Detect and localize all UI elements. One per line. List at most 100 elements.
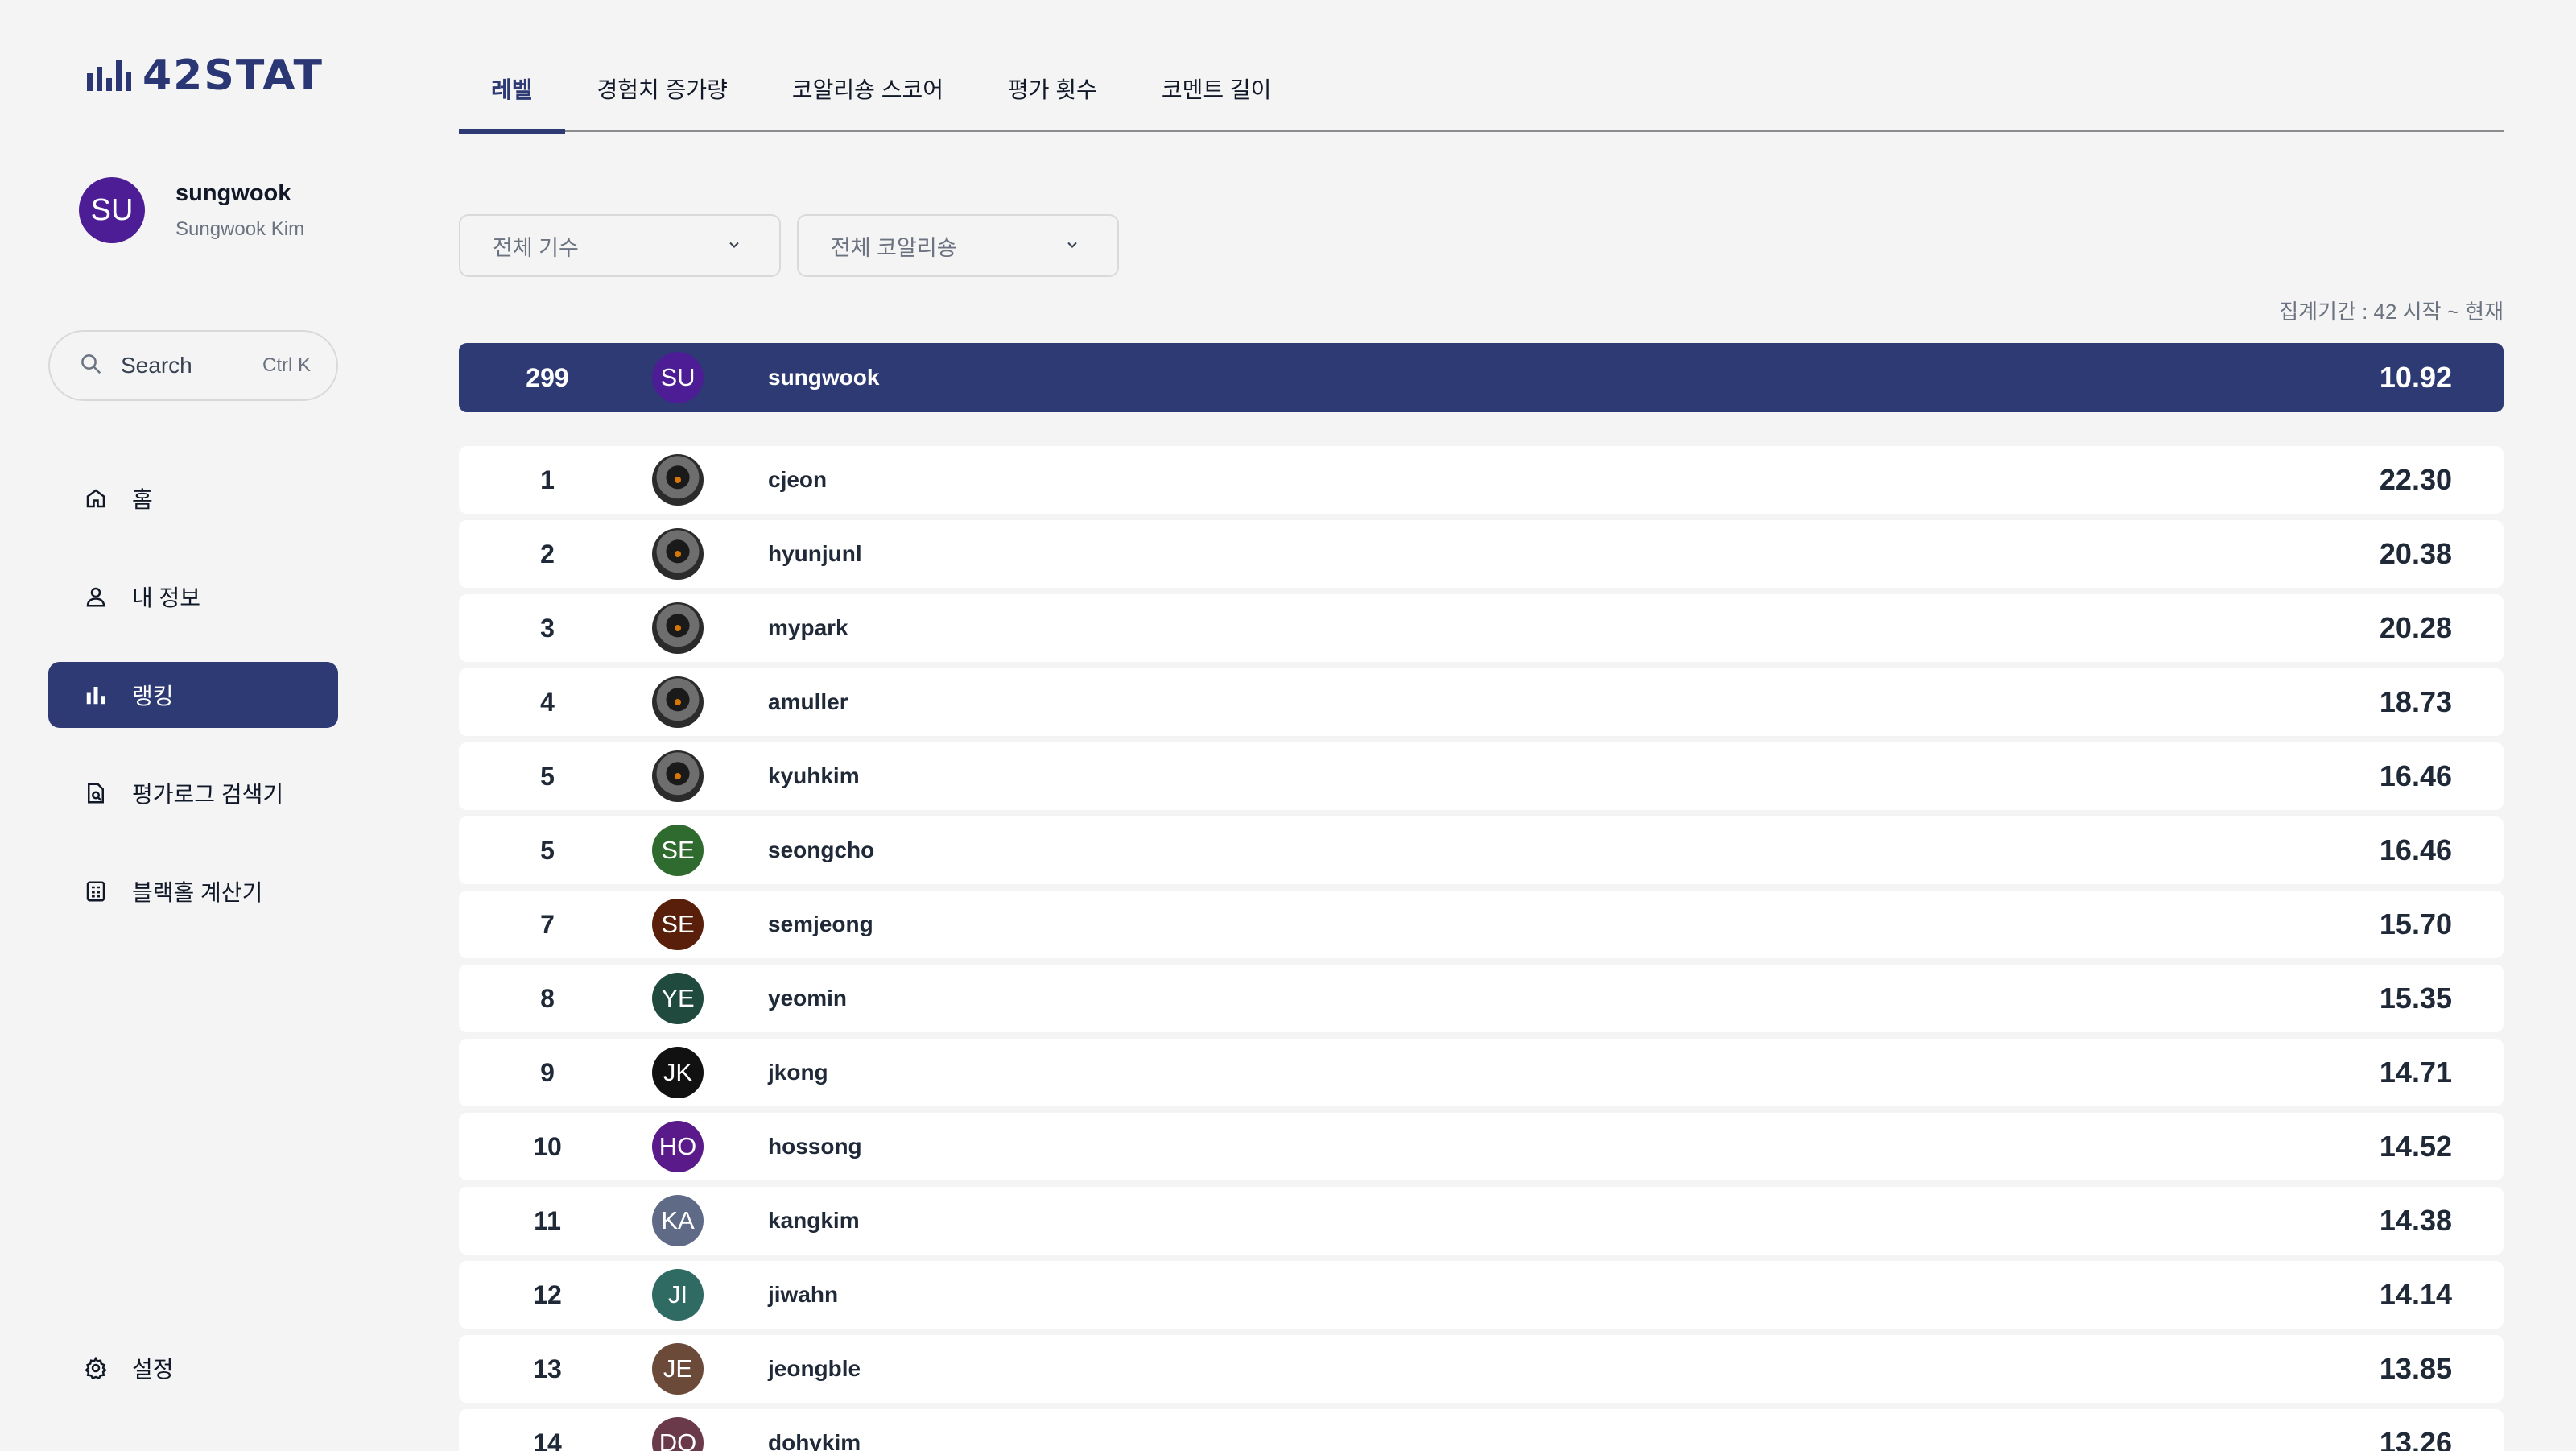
chevron-down-icon: [726, 234, 742, 258]
avatar: DO: [652, 1417, 704, 1451]
avatar: KA: [652, 1195, 704, 1246]
avatar: [652, 676, 704, 728]
rank-number: 14: [533, 1428, 562, 1451]
coalition-select-value: 전체 코알리숑: [831, 235, 957, 260]
user-icon: [82, 583, 109, 610]
logo-bars-icon: [87, 60, 131, 91]
table-row[interactable]: 10 HO hossong 14.52: [459, 1113, 2504, 1180]
tab-exp-increase[interactable]: 경험치 증가량: [565, 58, 760, 132]
my-ranking-row[interactable]: 299 SU sungwook 10.92: [459, 343, 2504, 412]
sidebar-item-label: 평가로그 검색기: [132, 782, 284, 807]
level-score: 13.85: [2379, 1352, 2452, 1385]
cohort-select[interactable]: 전체 기수: [459, 214, 781, 277]
sidebar-item-my-info[interactable]: 내 정보: [48, 564, 338, 630]
tab-coalition-score[interactable]: 코알리숑 스코어: [760, 58, 976, 132]
avatar: HO: [652, 1121, 704, 1172]
level-score: 14.71: [2379, 1056, 2452, 1089]
coalition-select[interactable]: 전체 코알리숑: [797, 214, 1119, 277]
table-row[interactable]: 4 amuller 18.73: [459, 668, 2504, 736]
username: seongcho: [768, 837, 875, 862]
table-row[interactable]: 3 mypark 20.28: [459, 594, 2504, 662]
tab-comment-length[interactable]: 코멘트 길이: [1129, 58, 1304, 132]
username: hyunjunl: [768, 541, 862, 566]
sidebar-item-home[interactable]: 홈: [48, 465, 338, 531]
level-score: 13.26: [2379, 1426, 2452, 1451]
username: sungwook: [768, 365, 880, 390]
sidebar-item-label: 설정: [132, 1357, 174, 1382]
username: yeomin: [768, 986, 848, 1011]
table-row[interactable]: 7 SE semjeong 15.70: [459, 891, 2504, 958]
avatar: JI: [652, 1269, 704, 1321]
profile-photo: [675, 477, 681, 483]
username: dohykim: [768, 1430, 861, 1451]
rank-number: 5: [540, 761, 555, 791]
sidebar-item-label: 랭킹: [132, 684, 174, 709]
sidebar-item-label: 블랙홀 계산기: [132, 880, 263, 905]
tab-eval-count[interactable]: 평가 횟수: [976, 58, 1129, 132]
profile-username: sungwook: [175, 180, 291, 206]
avatar: YE: [652, 973, 704, 1024]
profile-photo: [675, 773, 681, 779]
rank-number: 299: [526, 362, 569, 392]
app-logo[interactable]: 42STAT: [87, 52, 324, 100]
table-row[interactable]: 14 DO dohykim 13.26: [459, 1409, 2504, 1451]
cohort-select-value: 전체 기수: [493, 235, 579, 260]
username: mypark: [768, 615, 848, 640]
avatar: SE: [652, 899, 704, 950]
sidebar-item-settings[interactable]: 설정: [48, 1335, 338, 1401]
filter-bar: 전체 기수 전체 코알리숑: [459, 214, 1119, 277]
table-row[interactable]: 5 kyuhkim 16.46: [459, 742, 2504, 810]
table-row[interactable]: 2 hyunjunl 20.38: [459, 520, 2504, 588]
avatar: [652, 528, 704, 580]
level-score: 14.38: [2379, 1204, 2452, 1237]
sidebar-nav: 홈 내 정보 랭킹 평가로그 검색기 블랙홀 계산기: [48, 465, 338, 957]
avatar: JE: [652, 1343, 704, 1395]
rank-number: 11: [534, 1205, 561, 1235]
profile-full-name: Sungwook Kim: [175, 217, 305, 240]
rank-number: 2: [540, 539, 555, 568]
level-score: 16.46: [2379, 833, 2452, 866]
table-row[interactable]: 8 YE yeomin 15.35: [459, 965, 2504, 1032]
username: jkong: [768, 1060, 828, 1085]
sidebar-item-ranking[interactable]: 랭킹: [48, 662, 338, 728]
rank-number: 1: [540, 465, 555, 494]
avatar: SE: [652, 825, 704, 876]
username: hossong: [768, 1134, 862, 1159]
username: jiwahn: [768, 1282, 839, 1307]
user-profile[interactable]: SU sungwook Sungwook Kim: [79, 177, 304, 243]
table-row[interactable]: 13 JE jeongble 13.85: [459, 1335, 2504, 1403]
level-score: 20.38: [2379, 537, 2452, 570]
sidebar-item-blackhole-calculator[interactable]: 블랙홀 계산기: [48, 858, 338, 924]
sidebar-item-eval-log-search[interactable]: 평가로그 검색기: [48, 760, 338, 826]
table-row[interactable]: 5 SE seongcho 16.46: [459, 816, 2504, 884]
table-row[interactable]: 11 KA kangkim 14.38: [459, 1187, 2504, 1255]
username: cjeon: [768, 467, 828, 492]
document-search-icon: [82, 779, 109, 807]
profile-photo: [675, 625, 681, 631]
avatar: [652, 454, 704, 506]
table-row[interactable]: 9 JK jkong 14.71: [459, 1039, 2504, 1106]
level-score: 18.73: [2379, 685, 2452, 718]
avatar: [652, 602, 704, 654]
aggregation-period: 집계기간 : 42 시작 ~ 현재: [2279, 300, 2504, 324]
level-score: 22.30: [2379, 463, 2452, 496]
search-label: Search: [121, 353, 192, 378]
username: kyuhkim: [768, 763, 860, 788]
rank-number: 12: [533, 1279, 562, 1309]
table-row[interactable]: 1 cjeon 22.30: [459, 446, 2504, 514]
level-score: 14.14: [2379, 1278, 2452, 1311]
calculator-icon: [82, 878, 109, 905]
avatar: SU: [79, 177, 145, 243]
bar-chart-icon: [82, 681, 109, 709]
rank-number: 9: [540, 1057, 555, 1087]
search-shortcut: Ctrl K: [262, 354, 311, 376]
tab-level[interactable]: 레벨: [459, 58, 565, 134]
table-row[interactable]: 12 JI jiwahn 14.14: [459, 1261, 2504, 1329]
search-icon: [79, 352, 103, 380]
rank-number: 13: [533, 1354, 562, 1383]
chevron-down-icon: [1064, 234, 1080, 258]
username: kangkim: [768, 1208, 860, 1233]
sidebar: 42STAT SU sungwook Sungwook Kim Search C…: [0, 0, 402, 1451]
search-box[interactable]: Search Ctrl K: [48, 330, 338, 401]
level-score: 15.35: [2379, 982, 2452, 1015]
